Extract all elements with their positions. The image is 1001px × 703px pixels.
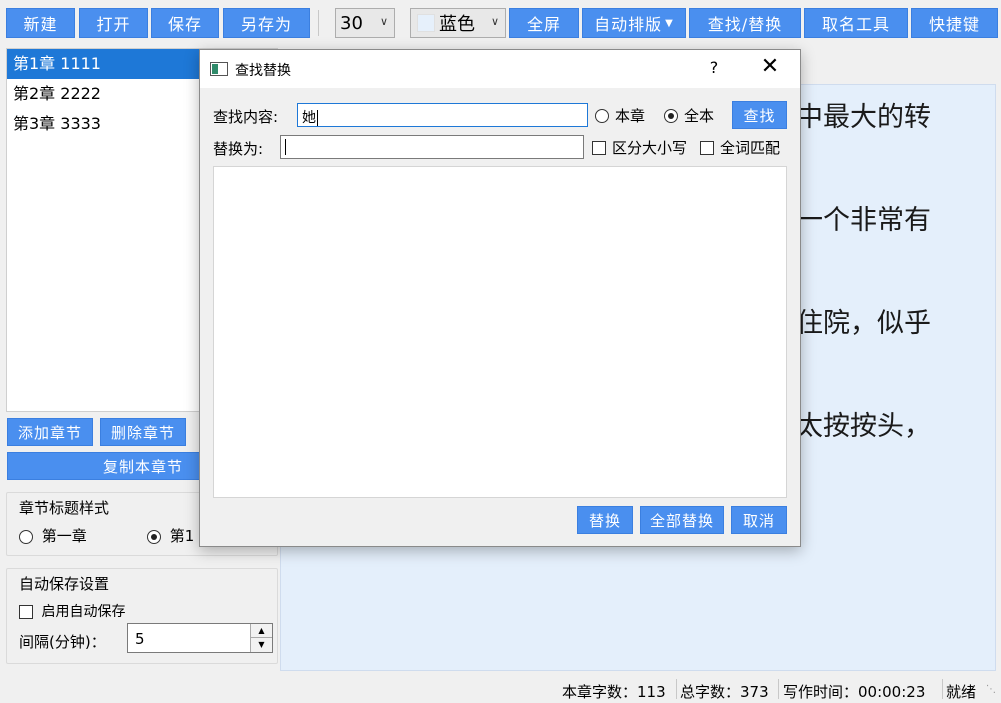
replace-input[interactable]: [280, 135, 584, 159]
checkbox-icon[interactable]: [592, 140, 606, 155]
title-style-option-1-label: 第一章: [41, 527, 87, 545]
scope-all-label: 全本: [684, 107, 715, 125]
scope-all-option[interactable]: 全本: [664, 105, 714, 126]
app-window-icon: [210, 62, 228, 76]
search-results-list[interactable]: [213, 166, 787, 498]
interval-spinbox[interactable]: 5 ▲ ▼: [127, 623, 273, 653]
interval-value: 5: [135, 630, 145, 648]
replace-button[interactable]: 替换: [577, 506, 633, 534]
find-replace-dialog: 查找替换 ? ✕ 查找内容: 她 本章 全本 查找 替换为: 区分大小写 全词匹…: [199, 49, 801, 547]
replace-label: 替换为:: [213, 140, 264, 158]
radio-icon[interactable]: [664, 108, 678, 123]
toolbar-separator: [318, 10, 319, 36]
editor-line: 一个非常有: [796, 205, 931, 236]
delete-chapter-button[interactable]: 删除章节: [100, 418, 186, 446]
novel-editor-window: 新建 打开 保存 另存为 30 ∨ 蓝色 ∨ 全屏 自动排版 ▼ 查找/替换 取…: [0, 0, 1001, 703]
chapter-word-count: 本章字数：113: [562, 683, 666, 701]
editor-line: 太按按头，: [796, 411, 931, 442]
whole-word-label: 全词匹配: [720, 139, 781, 157]
radio-icon[interactable]: [147, 529, 161, 544]
case-sensitive-option[interactable]: 区分大小写: [592, 137, 687, 158]
autosave-enable[interactable]: 启用自动保存: [19, 601, 125, 621]
font-size-value: 30: [340, 12, 363, 34]
autosave-title: 自动保存设置: [19, 575, 110, 593]
radio-icon[interactable]: [595, 108, 609, 123]
editor-line: 住院，似乎: [796, 308, 931, 339]
font-size-select[interactable]: 30 ∨: [335, 8, 395, 38]
checkbox-icon[interactable]: [700, 140, 714, 155]
replace-all-button[interactable]: 全部替换: [640, 506, 724, 534]
toolbar: 新建 打开 保存 另存为 30 ∨ 蓝色 ∨ 全屏 自动排版 ▼ 查找/替换 取…: [0, 0, 1001, 46]
auto-layout-button[interactable]: 自动排版 ▼: [582, 8, 686, 38]
chevron-down-icon: ∨: [379, 15, 388, 28]
whole-word-option[interactable]: 全词匹配: [700, 137, 780, 158]
text-cursor: [317, 110, 318, 126]
add-chapter-button[interactable]: 添加章节: [7, 418, 93, 446]
dropdown-arrow-icon: ▼: [665, 17, 674, 29]
title-style-option-2-label: 第1: [169, 527, 195, 545]
open-button[interactable]: 打开: [79, 8, 148, 38]
save-button[interactable]: 保存: [151, 8, 219, 38]
interval-label: 间隔(分钟)：: [19, 633, 106, 651]
resize-grip-icon[interactable]: ⋱: [986, 684, 996, 695]
find-input[interactable]: 她: [297, 103, 588, 127]
status-separator: [676, 679, 677, 699]
dialog-title: 查找替换: [235, 63, 291, 79]
title-style-option-1[interactable]: 第一章: [19, 525, 87, 546]
editor-line: 中最大的转: [796, 102, 931, 133]
new-button[interactable]: 新建: [6, 8, 75, 38]
naming-tool-button[interactable]: 取名工具: [804, 8, 908, 38]
spin-up-icon[interactable]: ▲: [251, 624, 272, 638]
status-bar: 本章字数：113 总字数：373 写作时间：00:00:23 就绪 ⋱: [0, 676, 1001, 703]
scope-chapter-label: 本章: [615, 107, 646, 125]
spin-down-icon[interactable]: ▼: [251, 638, 272, 652]
shortcuts-button[interactable]: 快捷键: [911, 8, 998, 38]
scope-chapter-option[interactable]: 本章: [595, 105, 645, 126]
case-sensitive-label: 区分大小写: [612, 139, 688, 157]
status-state: 就绪: [946, 683, 977, 701]
status-separator: [778, 679, 779, 699]
find-button[interactable]: 查找: [732, 101, 787, 129]
spin-buttons[interactable]: ▲ ▼: [250, 624, 272, 652]
autosave-group: 自动保存设置 启用自动保存 间隔(分钟)： 5 ▲ ▼: [6, 568, 278, 664]
color-value: 蓝色: [439, 14, 475, 35]
chevron-down-icon: ∨: [490, 15, 499, 28]
color-swatch: [417, 14, 435, 32]
status-separator: [942, 679, 943, 699]
autosave-enable-label: 启用自动保存: [41, 604, 126, 620]
auto-layout-label: 自动排版: [594, 15, 663, 34]
close-icon[interactable]: ✕: [759, 54, 781, 79]
cancel-button[interactable]: 取消: [731, 506, 787, 534]
find-input-value: 她: [302, 110, 316, 126]
checkbox-icon[interactable]: [19, 605, 33, 619]
writing-time: 写作时间：00:00:23: [783, 683, 926, 701]
total-word-count: 总字数：373: [680, 683, 769, 701]
fullscreen-button[interactable]: 全屏: [509, 8, 579, 38]
title-style-title: 章节标题样式: [19, 499, 110, 517]
save-as-button[interactable]: 另存为: [223, 8, 310, 38]
find-replace-button[interactable]: 查找/替换: [689, 8, 801, 38]
dialog-titlebar[interactable]: 查找替换 ? ✕: [200, 50, 800, 88]
title-style-option-2[interactable]: 第1: [147, 525, 194, 546]
find-label: 查找内容:: [213, 108, 279, 126]
text-cursor: [285, 139, 286, 155]
radio-icon[interactable]: [19, 529, 33, 544]
color-select[interactable]: 蓝色 ∨: [410, 8, 506, 38]
help-button[interactable]: ?: [706, 58, 722, 77]
